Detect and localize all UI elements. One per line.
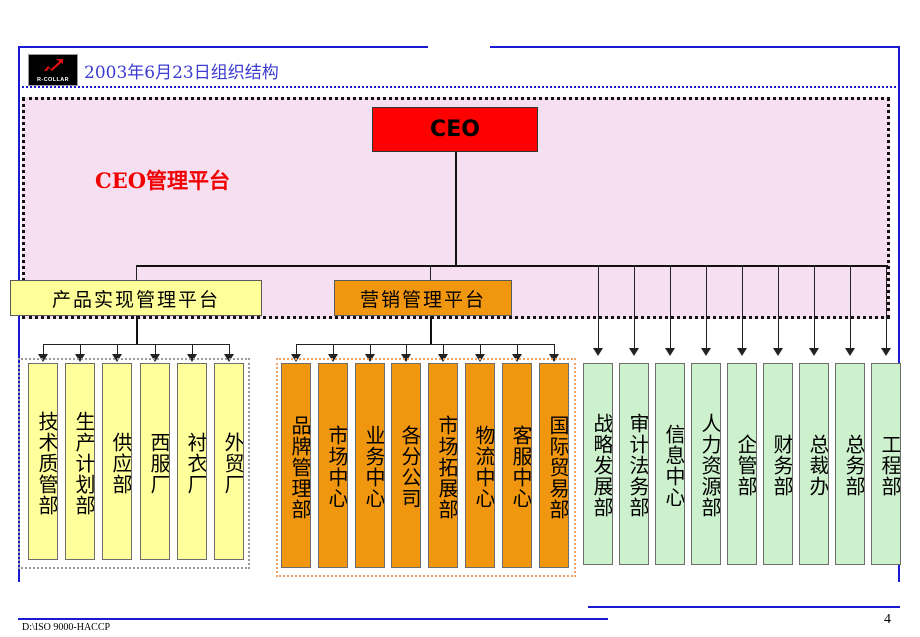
node-dept-yewu-zhongxin[interactable]: 业务中心 (355, 363, 385, 568)
connector-product-stem (136, 316, 138, 344)
node-dept-gongying[interactable]: 供应部 (102, 363, 132, 560)
header-dotted-rule (18, 86, 900, 88)
node-dept-zhanlve-fazhan[interactable]: 战略发展部 (583, 363, 613, 565)
node-dept-gefen-gongsi[interactable]: 各分公司 (391, 363, 421, 568)
connector-drop-staff-6 (778, 265, 779, 350)
connector-ceo-stem (455, 152, 457, 265)
arrow-staff-1 (593, 348, 603, 356)
connector-marketing-stem (430, 316, 432, 344)
footer-rule-right (588, 606, 900, 608)
node-dept-chenyi-factory[interactable]: 衬衣厂 (177, 363, 207, 560)
node-dept-shenji-fawu[interactable]: 审计法务部 (619, 363, 649, 565)
node-dept-guoji-maoyi[interactable]: 国际贸易部 (539, 363, 569, 568)
node-product-platform[interactable]: 产品实现管理平台 (10, 280, 262, 316)
arrow-staff-6 (773, 348, 783, 356)
node-dept-shichang-tuozhan[interactable]: 市场拓展部 (428, 363, 458, 568)
connector-drop-staff-2 (634, 265, 635, 350)
node-dept-qiguan[interactable]: 企管部 (727, 363, 757, 565)
arrow-staff-9 (881, 348, 891, 356)
page-number: 4 (884, 612, 891, 627)
connector-drop-staff-9 (886, 265, 887, 350)
node-dept-zongwu[interactable]: 总务部 (835, 363, 865, 565)
node-dept-wuliu-zhongxin[interactable]: 物流中心 (465, 363, 495, 568)
r-collar-logo: R-COLLAR (28, 54, 78, 86)
arrow-staff-5 (737, 348, 747, 356)
connector-drop-staff-5 (742, 265, 743, 350)
footer-rule-left (18, 618, 608, 620)
logo-swoosh-icon (44, 59, 63, 71)
node-ceo[interactable]: CEO (372, 107, 538, 152)
node-dept-jishu-zhiguan[interactable]: 技术质管部 (28, 363, 58, 560)
arrow-staff-3 (665, 348, 675, 356)
page-title: 2003年6月23日组织结构 (84, 63, 279, 83)
ceo-platform-label: CEO管理平台 (95, 168, 231, 193)
connector-product-bus (43, 344, 229, 345)
logo-wordmark: R-COLLAR (37, 77, 69, 83)
node-ceo-label: CEO (430, 117, 480, 142)
connector-main-bus (136, 265, 888, 267)
arrow-staff-4 (701, 348, 711, 356)
connector-drop-staff-8 (850, 265, 851, 350)
node-marketing-platform[interactable]: 营销管理平台 (334, 280, 512, 316)
node-marketing-platform-label: 营销管理平台 (359, 288, 486, 311)
header-rule-left (18, 46, 428, 48)
node-dept-pinpai-guanli[interactable]: 品牌管理部 (281, 363, 311, 568)
node-dept-zongcaiban[interactable]: 总裁办 (799, 363, 829, 565)
arrow-staff-7 (809, 348, 819, 356)
arrow-staff-8 (845, 348, 855, 356)
node-dept-renli-ziyuan[interactable]: 人力资源部 (691, 363, 721, 565)
connector-drop-staff-3 (670, 265, 671, 350)
slide-canvas: R-COLLAR 2003年6月23日组织结构 CEO管理平台 CEO 产品实现… (0, 0, 920, 637)
header-rule-right (490, 46, 900, 48)
connector-marketing-bus (296, 344, 554, 345)
node-product-platform-label: 产品实现管理平台 (51, 288, 220, 311)
node-dept-gongcheng[interactable]: 工程部 (871, 363, 901, 565)
node-dept-waimao-factory[interactable]: 外贸厂 (214, 363, 244, 560)
arrow-staff-2 (629, 348, 639, 356)
footer-file-path: D:\ISO 9000-HACCP (22, 622, 111, 633)
node-dept-caiwu[interactable]: 财务部 (763, 363, 793, 565)
node-dept-shengchan-jihua[interactable]: 生产计划部 (65, 363, 95, 560)
connector-drop-staff-4 (706, 265, 707, 350)
node-dept-kefu-zhongxin[interactable]: 客服中心 (502, 363, 532, 568)
connector-drop-staff-7 (814, 265, 815, 350)
node-dept-shichang-zhongxin[interactable]: 市场中心 (318, 363, 348, 568)
connector-drop-staff-1 (598, 265, 599, 350)
node-dept-xifu-factory[interactable]: 西服厂 (140, 363, 170, 560)
node-dept-xinxi-zhongxin[interactable]: 信息中心 (655, 363, 685, 565)
